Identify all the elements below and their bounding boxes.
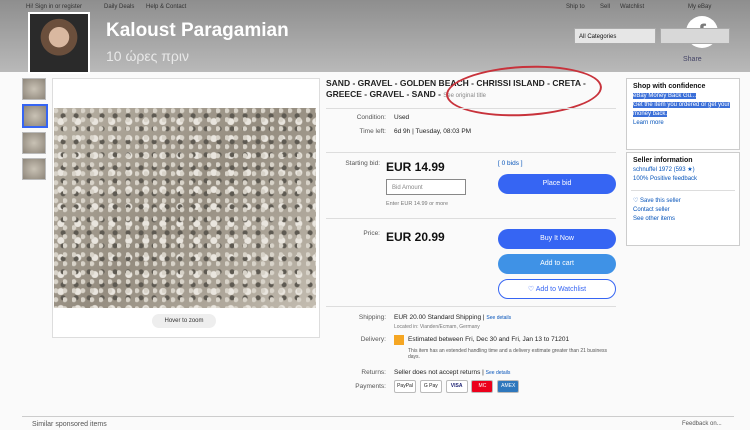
thumbnail-selected[interactable] — [22, 104, 48, 128]
truck-icon — [394, 335, 404, 345]
price-label: Price: — [363, 230, 380, 237]
visa-icon: VISA — [445, 380, 468, 393]
returns-text: Seller does not accept returns | — [394, 369, 484, 376]
sell-link[interactable]: Sell — [600, 4, 610, 10]
ship-to-link[interactable]: Ship to — [566, 4, 585, 10]
starting-bid-label: Starting bid: — [345, 160, 380, 167]
help-link[interactable]: Help & Contact — [146, 4, 186, 10]
divider — [326, 218, 616, 219]
hover-zoom-label: Hover to zoom — [152, 314, 216, 328]
delivery-note: This item has an extended handling time … — [408, 348, 608, 360]
money-back-guarantee: eBay Money Back Gu... — [633, 92, 739, 101]
similar-items-heading: Similar sponsored items — [32, 421, 107, 428]
bid-hint: Enter EUR 14.99 or more — [386, 201, 449, 207]
bids-link[interactable]: [ 0 bids ] — [498, 160, 523, 167]
shipping-value: EUR 20.00 Standard Shipping | See detail… — [394, 314, 511, 321]
price-value: EUR 20.99 — [386, 230, 445, 244]
see-other-items-link[interactable]: See other items — [633, 215, 739, 224]
thumbnail[interactable] — [22, 158, 46, 180]
category-select[interactable]: All Categories — [574, 28, 656, 44]
poster-name[interactable]: Kaloust Paragamian — [106, 20, 289, 42]
delivery-label: Delivery: — [360, 336, 386, 343]
payments-label: Payments: — [355, 383, 386, 390]
delivery-value: Estimated between Fri, Dec 30 and Fri, J… — [408, 336, 570, 343]
item-location: Located in: Vianden/Ecmam, Germany — [394, 324, 480, 330]
post-time: 10 ώρες πριν — [106, 48, 189, 64]
sign-in-link[interactable]: Hi! Sign in or register — [26, 4, 82, 10]
place-bid-button[interactable]: Place bid — [498, 174, 616, 194]
thumbnail-strip — [22, 78, 48, 184]
similar-items-strip: Similar sponsored items Feedback on... — [22, 416, 734, 431]
bid-amount-input[interactable]: Bid Amount — [386, 179, 466, 195]
ebay-page: Hi! Sign in or register Daily Deals Help… — [0, 0, 750, 430]
returns-see-details-link[interactable]: See details — [486, 370, 511, 376]
my-ebay-link[interactable]: My eBay — [688, 4, 711, 10]
returns-value: Seller does not accept returns | See det… — [394, 369, 510, 376]
guarantee-desc: Get the item you ordered or get your mon… — [633, 101, 739, 119]
returns-label: Returns: — [361, 369, 386, 376]
time-left-value: 6d 9h | Tuesday, 08:03 PM — [394, 128, 472, 135]
divider — [326, 152, 616, 153]
contact-seller-link[interactable]: Contact seller — [633, 206, 739, 215]
seller-heading: Seller information — [633, 157, 693, 164]
share-link[interactable]: Share — [683, 56, 702, 63]
payment-icons: PayPal G Pay VISA MC AMEX — [394, 380, 521, 393]
add-to-watchlist-button[interactable]: ♡ Add to Watchlist — [498, 279, 616, 299]
guarantee-title: eBay Money Back Gu... — [633, 93, 697, 99]
search-button[interactable] — [660, 28, 730, 44]
thumbnail[interactable] — [22, 78, 46, 100]
divider — [326, 108, 616, 109]
positive-feedback-link[interactable]: 100% Positive feedback — [633, 175, 739, 184]
condition-value: Used — [394, 114, 410, 121]
product-image[interactable] — [54, 108, 316, 308]
paypal-icon: PayPal — [394, 380, 416, 393]
seller-information-box: Seller information schnuffel 1972 (593 ★… — [626, 152, 740, 246]
avatar[interactable] — [28, 12, 90, 74]
thumbnail[interactable] — [22, 132, 46, 154]
amex-icon: AMEX — [497, 380, 520, 393]
shop-with-confidence-box: Shop with confidence eBay Money Back Gu.… — [626, 78, 740, 150]
google-pay-icon: G Pay — [419, 380, 442, 393]
starting-bid-value: EUR 14.99 — [386, 160, 445, 174]
feedback-link[interactable]: Feedback on... — [682, 421, 722, 427]
ebay-top-nav: Hi! Sign in or register Daily Deals Help… — [0, 0, 750, 14]
buy-it-now-button[interactable]: Buy It Now — [498, 229, 616, 249]
condition-label: Condition: — [356, 114, 386, 121]
confidence-heading: Shop with confidence — [633, 83, 706, 90]
learn-more-link[interactable]: Learn more — [633, 119, 739, 128]
divider — [631, 190, 735, 191]
shipping-see-details-link[interactable]: See details — [486, 315, 511, 321]
divider — [326, 306, 616, 307]
watchlist-link[interactable]: Watchlist — [620, 4, 644, 10]
mastercard-icon: MC — [471, 380, 494, 393]
daily-deals-link[interactable]: Daily Deals — [104, 4, 134, 10]
shipping-label: Shipping: — [358, 314, 386, 321]
time-left-label: Time left: — [359, 128, 387, 135]
save-seller-link[interactable]: ♡ Save this seller — [633, 197, 739, 206]
shipping-text: EUR 20.00 Standard Shipping | — [394, 314, 485, 321]
add-to-cart-button[interactable]: Add to cart — [498, 254, 616, 274]
seller-name-link[interactable]: schnuffel 1972 (593 ★) — [633, 166, 739, 175]
guarantee-text: Get the item you ordered or get your mon… — [633, 102, 730, 117]
